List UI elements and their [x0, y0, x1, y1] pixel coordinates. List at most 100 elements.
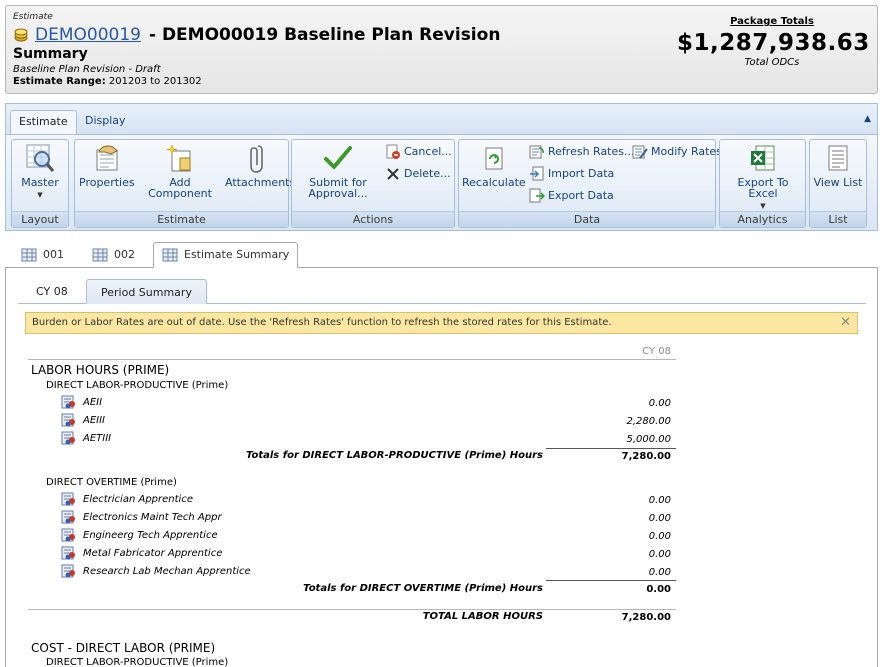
dlp-total-label: Totals for DIRECT LABOR-PRODUCTIVE (Prim…	[245, 450, 543, 461]
recalculate-button[interactable]: Recalculate	[462, 142, 526, 189]
total-labor-divider	[28, 609, 676, 610]
labor-person-icon	[61, 413, 75, 427]
modify-rates-button[interactable]: Modify Rates	[632, 143, 722, 161]
item-name: Research Lab Mechan Apprentice	[83, 565, 251, 577]
ribbon: Estimate Display ▲ Master ▼ Layout Prope…	[5, 103, 878, 231]
refresh-rates-button[interactable]: Refresh Rates...	[529, 143, 634, 161]
refresh-rates-icon	[529, 145, 544, 159]
section-labor-hours: LABOR HOURS (PRIME)	[31, 363, 170, 377]
delete-x-icon	[387, 168, 399, 180]
item-value: 0.00	[648, 531, 671, 542]
estimate-title: - DEMO00019 Baseline Plan Revision	[148, 25, 501, 45]
grid-icon	[162, 248, 178, 262]
dlp-total-value: 7,280.00	[621, 451, 671, 462]
estimate-range: Estimate Range: 201203 to 201302	[13, 76, 202, 87]
labor-person-icon	[61, 564, 75, 578]
alert-text: Burden or Labor Rates are out of date. U…	[32, 317, 612, 328]
group-direct-labor-productive: DIRECT LABOR-PRODUCTIVE (Prime)	[46, 380, 229, 391]
attachments-button[interactable]: Attachments	[225, 142, 295, 188]
app-root: Estimate DEMO00019 - DEMO00019 Baseline …	[0, 0, 886, 667]
export-to-excel-button[interactable]: Export To Excel ▼	[722, 142, 804, 212]
item-value: 0.00	[648, 398, 671, 409]
item-value: 0.00	[648, 513, 671, 524]
import-data-label: Import Data	[548, 167, 615, 180]
section-cost-direct-labor: COST - DIRECT LABOR (PRIME)	[31, 641, 216, 655]
tab-002[interactable]: 002	[84, 242, 143, 268]
tab-period-summary[interactable]: Period Summary	[86, 279, 207, 304]
group-label-actions: Actions	[292, 211, 454, 227]
export-data-button[interactable]: Export Data	[529, 187, 614, 205]
close-icon[interactable]: ✕	[840, 313, 851, 333]
modify-rates-icon	[632, 145, 648, 159]
group-label-layout: Layout	[12, 211, 68, 227]
estimate-id-link[interactable]: DEMO00019	[35, 25, 141, 45]
item-name: Electronics Maint Tech Appr	[83, 511, 222, 523]
master-dropdown-icon: ▼	[37, 191, 43, 199]
export-to-excel-label: Export To Excel	[737, 176, 789, 200]
grid-icon	[92, 248, 108, 262]
properties-hand-icon	[96, 145, 118, 171]
ribbon-group-analytics: Export To Excel ▼ Analytics	[719, 139, 806, 228]
labor-person-icon	[61, 395, 75, 409]
tab-display[interactable]: Display	[77, 110, 134, 134]
submit-for-approval-button[interactable]: Submit for Approval...	[298, 142, 378, 199]
dot-total-value: 0.00	[646, 584, 671, 595]
refresh-rates-label: Refresh Rates...	[548, 145, 635, 158]
paperclip-icon	[250, 145, 263, 173]
range-label: Estimate Range:	[13, 76, 106, 87]
checkmark-icon	[324, 146, 352, 169]
ribbon-group-estimate: Properties Add Component Attachments Est…	[74, 139, 295, 228]
header-divider	[28, 359, 676, 360]
item-value: 2,280.00	[626, 416, 671, 427]
item-value: 0.00	[648, 567, 671, 578]
cancel-doc-icon	[386, 144, 400, 159]
labor-person-icon	[61, 546, 75, 560]
labor-person-icon	[61, 492, 75, 506]
properties-label: Properties	[79, 176, 135, 189]
estimate-coins-icon	[14, 28, 28, 42]
cancel-button[interactable]: Cancel...	[385, 143, 452, 161]
add-component-icon	[166, 144, 191, 172]
item-name: Electrician Apprentice	[83, 493, 193, 505]
export-data-label: Export Data	[548, 189, 614, 202]
item-value: 0.00	[648, 549, 671, 560]
tab-cy08[interactable]: CY 08	[22, 279, 82, 304]
rates-warning-alert: Burden or Labor Rates are out of date. U…	[25, 312, 858, 334]
title-row: DEMO00019 - DEMO00019 Baseline Plan Revi…	[13, 23, 500, 47]
ribbon-collapse-icon[interactable]: ▲	[864, 114, 871, 124]
master-button[interactable]: Master ▼	[14, 142, 66, 201]
properties-button[interactable]: Properties	[79, 142, 135, 189]
list-item: Engineerg Tech Apprentice	[61, 527, 218, 543]
column-header-cy08: CY 08	[642, 346, 671, 357]
tab-estimate-summary[interactable]: Estimate Summary	[153, 242, 299, 268]
import-data-button[interactable]: Import Data	[529, 165, 614, 183]
item-name: Engineerg Tech Apprentice	[83, 529, 218, 541]
total-divider	[546, 448, 676, 449]
delete-label: Delete...	[404, 167, 451, 180]
list-item: AEIII	[61, 412, 105, 428]
magnifier-grid-icon	[26, 144, 55, 172]
package-total-amount: $1,287,938.63	[677, 30, 870, 56]
item-name: AETIII	[83, 432, 112, 444]
add-component-button[interactable]: Add Component	[137, 142, 223, 199]
estimate-status: Baseline Plan Revision - Draft	[13, 64, 161, 75]
export-data-icon	[529, 188, 545, 203]
list-item: AETIII	[61, 430, 111, 446]
total-labor-hours-label: TOTAL LABOR HOURS	[422, 611, 543, 622]
recalculate-label: Recalculate	[462, 176, 526, 189]
tab-estimate[interactable]: Estimate	[10, 110, 77, 134]
excel-icon	[751, 145, 775, 171]
view-list-button[interactable]: View List	[812, 142, 864, 188]
delete-button[interactable]: Delete...	[385, 165, 451, 183]
modify-rates-label: Modify Rates	[651, 145, 722, 158]
group-cost-direct-labor-productive: DIRECT LABOR-PRODUCTIVE (Prime)	[46, 657, 229, 667]
add-component-label: Add Component	[148, 176, 212, 200]
list-document-icon	[828, 145, 848, 171]
submit-label-line2: Approval...	[308, 187, 368, 200]
view-list-label: View List	[813, 176, 863, 189]
package-total-subtitle: Total ODCs	[744, 57, 800, 68]
master-label: Master	[21, 176, 59, 189]
recalculate-icon	[485, 147, 503, 170]
package-totals-label: Package Totals	[730, 16, 814, 27]
tab-001[interactable]: 001	[13, 242, 72, 268]
